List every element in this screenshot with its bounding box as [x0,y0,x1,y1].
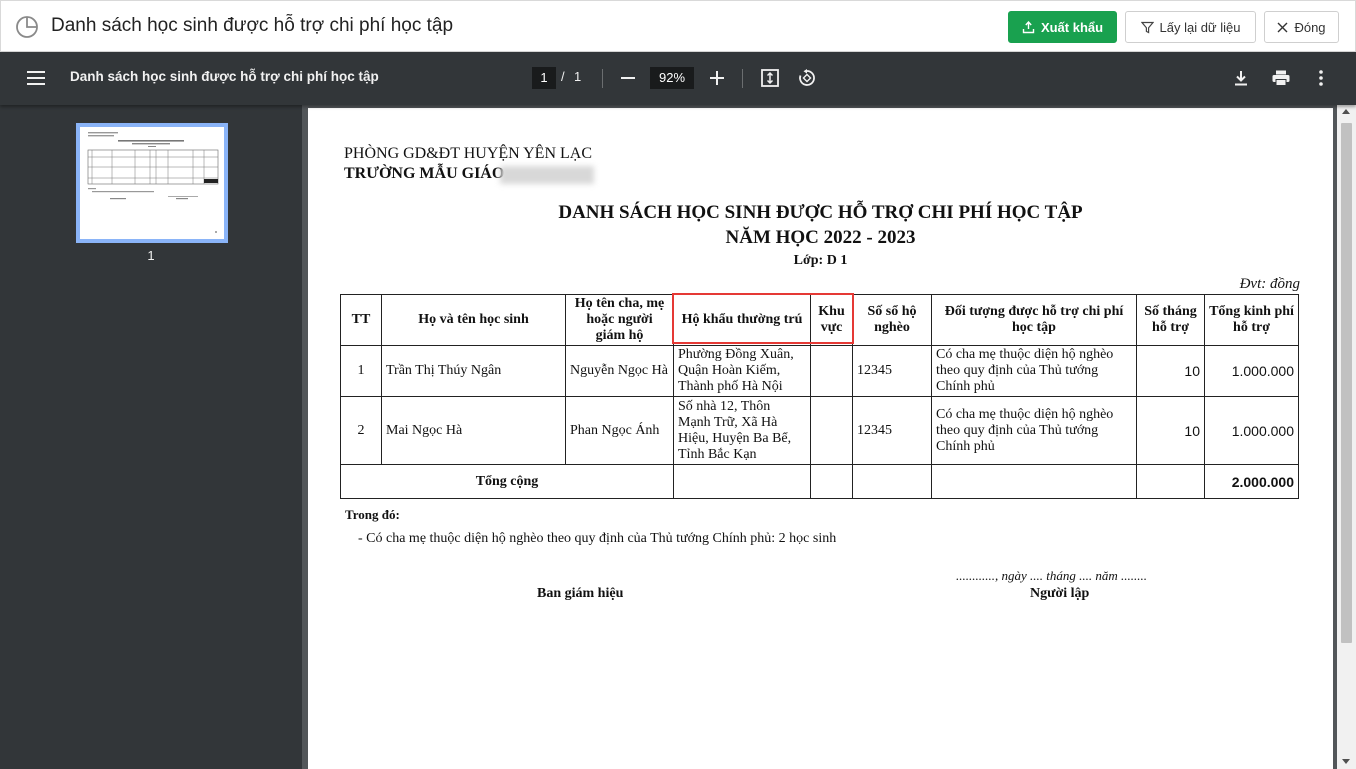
department-name: PHÒNG GD&ĐT HUYỆN YÊN LẠC [344,145,592,162]
cell-guardian: Nguyễn Ngọc Hà [565,345,674,397]
pdf-viewer: 1 PHÒNG GD&ĐT HUYỆN YÊN LẠC TRƯỜNG MẪU G… [0,105,1356,769]
col-header-residence: Hộ khẩu thường trú [673,294,811,346]
pdf-toolbar: Danh sách học sinh được hỗ trợ chi phí h… [0,52,1356,105]
school-year: NĂM HỌC 2022 - 2023 [725,227,916,248]
col-header-total-cost: Tổng kinh phí hỗ trợ [1204,294,1299,346]
reload-data-button[interactable]: Lấy lại dữ liệu [1125,11,1256,43]
col-header-tt: TT [340,294,382,346]
cell-guardian: Phan Ngọc Ánh [565,396,674,465]
rotate-icon[interactable] [796,67,818,89]
cell-total-cost: 1.000.000 [1204,345,1299,397]
page-total: 1 [574,69,582,84]
export-button[interactable]: Xuất khẩu [1008,11,1117,43]
summary-line: - Có cha mẹ thuộc diện hộ nghèo theo quy… [358,531,837,546]
toolbar-divider [742,69,743,88]
cell-empty [673,464,811,499]
close-button[interactable]: Đóng [1264,11,1339,43]
document-title-text: DANH SÁCH HỌC SINH ĐƯỢC HỖ TRỢ CHI PHÍ H… [558,202,1083,223]
cell-poverty-book: 12345 [852,345,932,397]
app-title: Danh sách học sinh được hỗ trợ chi phí h… [51,15,454,36]
class-label: Lớp: D 1 [793,253,848,268]
pdf-page: PHÒNG GD&ĐT HUYỆN YÊN LẠC TRƯỜNG MẪU GIÁ… [308,108,1333,769]
export-icon [1022,20,1035,33]
cell-total-cost: 1.000.000 [1204,396,1299,465]
student-support-table: TT Họ và tên học sinh Họ tên cha, mẹ hoặ… [340,294,1299,499]
cell-empty [931,464,1137,499]
toolbar-divider [602,69,603,88]
cell-empty [1136,464,1205,499]
cell-student-name: Trần Thị Thúy Ngân [381,345,566,397]
zoom-in-icon[interactable] [706,67,728,89]
cell-area [810,345,853,397]
signature-board: Ban giám hiệu [537,586,624,601]
cell-months: 10 [1136,396,1205,465]
cell-area [810,396,853,465]
col-header-beneficiary-type: Đối tượng được hỗ trợ chi phí học tập [931,294,1137,346]
scrollbar-thumb[interactable] [1341,123,1352,643]
col-header-guardian: Họ tên cha, mẹ hoặc người giám hộ [565,294,674,346]
close-label: Đóng [1294,19,1326,35]
close-icon [1277,22,1288,32]
col-header-area: Khu vực [810,294,853,346]
page-thumbnail-preview [80,127,224,239]
vertical-scrollbar[interactable] [1337,105,1356,769]
cell-empty [810,464,853,499]
fit-page-icon[interactable] [759,67,781,89]
school-name: TRƯỜNG MẪU GIÁO [344,165,505,182]
currency-unit-note: Đvt: đồng [1239,276,1300,292]
cell-beneficiary-type: Có cha mẹ thuộc diện hộ nghèo theo quy đ… [931,396,1137,465]
zoom-level-input[interactable]: 92% [650,67,694,89]
cell-residence: Phường Đồng Xuân, Quận Hoàn Kiếm, Thành … [673,345,811,397]
zoom-out-icon[interactable] [617,67,639,89]
reload-data-label: Lấy lại dữ liệu [1159,19,1241,35]
signature-preparer: Người lập [1030,586,1090,601]
cell-tt: 2 [340,396,382,465]
col-header-student-name: Họ và tên học sinh [381,294,566,346]
col-header-poverty-book: Số sổ hộ nghèo [852,294,932,346]
filter-icon [1140,21,1154,33]
table-header-row: TT Họ và tên học sinh Họ tên cha, mẹ hoặ… [340,294,1299,346]
page-separator: / [561,69,565,84]
cell-empty [852,464,932,499]
summary-heading: Trong đó: [345,507,400,522]
scroll-down-arrow-icon[interactable] [1342,759,1350,764]
print-icon[interactable] [1270,67,1292,89]
total-label: Tổng cộng [340,464,674,499]
thumbnail-sidebar: 1 [0,105,302,769]
thumbnail-page-number: 1 [147,248,155,263]
total-value: 2.000.000 [1204,464,1299,499]
pdf-document-title: Danh sách học sinh được hỗ trợ chi phí h… [70,69,379,84]
cell-poverty-book: 12345 [852,396,932,465]
signature-date: ............, ngày .... tháng .... năm .… [956,568,1148,583]
report-chart-icon [14,14,40,40]
redacted-school-name [500,166,594,184]
table-row: 1 Trần Thị Thúy Ngân Nguyễn Ngọc Hà Phườ… [340,345,1299,397]
page-thumbnail[interactable] [76,123,228,243]
download-icon[interactable] [1230,67,1252,89]
cell-residence: Số nhà 12, Thôn Mạnh Trữ, Xã Hà Hiệu, Hu… [673,396,811,465]
table-row: 2 Mai Ngọc Hà Phan Ngọc Ánh Số nhà 12, T… [340,396,1299,465]
col-header-months: Số tháng hỗ trợ [1136,294,1205,346]
table-total-row: Tổng cộng 2.000.000 [340,464,1299,499]
more-options-icon[interactable] [1310,67,1332,89]
cell-student-name: Mai Ngọc Hà [381,396,566,465]
cell-months: 10 [1136,345,1205,397]
cell-beneficiary-type: Có cha mẹ thuộc diện hộ nghèo theo quy đ… [931,345,1137,397]
document-title: DANH SÁCH HỌC SINH ĐƯỢC HỖ TRỢ CHI PHÍ H… [308,202,1333,224]
menu-icon[interactable] [25,67,47,89]
app-header: Danh sách học sinh được hỗ trợ chi phí h… [0,0,1356,52]
page-number-input[interactable]: 1 [532,67,556,89]
export-label: Xuất khẩu [1040,19,1104,35]
cell-tt: 1 [340,345,382,397]
scroll-up-arrow-icon[interactable] [1342,109,1350,114]
